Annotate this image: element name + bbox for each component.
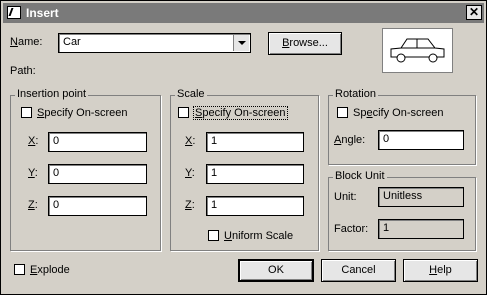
car-preview-icon (390, 38, 445, 63)
checkbox-icon[interactable] (21, 107, 32, 118)
unit-field: Unitless (378, 187, 464, 207)
block-unit-title: Block Unit (333, 170, 387, 182)
angle-input[interactable]: 0 (378, 130, 464, 150)
rotation-specify-label: Specify On-screen (353, 107, 444, 119)
scale-z-label: Z: (185, 199, 195, 211)
insertion-x-input[interactable]: 0 (48, 132, 147, 152)
explode-label: Explode (30, 264, 70, 276)
uniform-scale-label: Uniform Scale (224, 230, 294, 242)
insertion-z-input[interactable]: 0 (48, 196, 147, 216)
close-button[interactable]: ✕ (466, 5, 482, 20)
window-title: Insert (26, 6, 59, 20)
factor-label: Factor: (334, 223, 369, 235)
name-label: Name: (10, 36, 43, 48)
scale-y-input[interactable]: 1 (206, 164, 304, 184)
insert-dialog: Insert ✕ Name: Car Browse... Path: Inser… (0, 0, 487, 295)
rotation-title: Rotation (333, 88, 378, 100)
scale-x-input[interactable]: 1 (206, 132, 304, 152)
title-bar: Insert ✕ (3, 3, 484, 23)
browse-button[interactable]: Browse... (268, 32, 342, 55)
scale-title: Scale (175, 88, 207, 100)
angle-label: Angle: (334, 134, 366, 146)
scale-z-input[interactable]: 1 (206, 196, 304, 216)
rotation-specify-onscreen[interactable]: Specify On-screen (337, 107, 444, 119)
insertion-z-label: Z: (28, 199, 38, 211)
autocad-app-icon (7, 6, 21, 19)
ok-button[interactable]: OK (238, 259, 314, 282)
checkbox-icon[interactable] (14, 264, 25, 275)
uniform-scale-checkbox[interactable]: Uniform Scale (208, 230, 293, 242)
checkbox-icon[interactable] (208, 230, 219, 241)
scale-specify-label: Specify On-screen (193, 106, 288, 120)
factor-field: 1 (378, 219, 464, 239)
insertion-specify-label: Specify On-screen (37, 107, 128, 119)
insertion-y-input[interactable]: 0 (48, 164, 147, 184)
cancel-button[interactable]: Cancel (321, 259, 396, 282)
path-label: Path: (10, 65, 36, 77)
insertion-y-label: Y: (28, 167, 38, 179)
insertion-point-title: Insertion point (15, 88, 89, 100)
explode-checkbox[interactable]: Explode (14, 264, 70, 276)
insertion-specify-onscreen[interactable]: Specify On-screen (21, 107, 128, 119)
chevron-down-icon[interactable] (233, 35, 249, 51)
checkbox-icon[interactable] (337, 107, 348, 118)
scale-x-label: X: (185, 135, 196, 147)
scale-specify-onscreen[interactable]: Specify On-screen (178, 106, 288, 120)
name-combobox[interactable]: Car (58, 33, 251, 53)
insertion-x-label: X: (28, 135, 39, 147)
block-preview (382, 28, 453, 73)
name-value: Car (63, 36, 81, 48)
scale-y-label: Y: (185, 167, 195, 179)
unit-label: Unit: (334, 191, 357, 203)
help-button[interactable]: Help (403, 259, 478, 282)
checkbox-icon[interactable] (178, 107, 189, 118)
